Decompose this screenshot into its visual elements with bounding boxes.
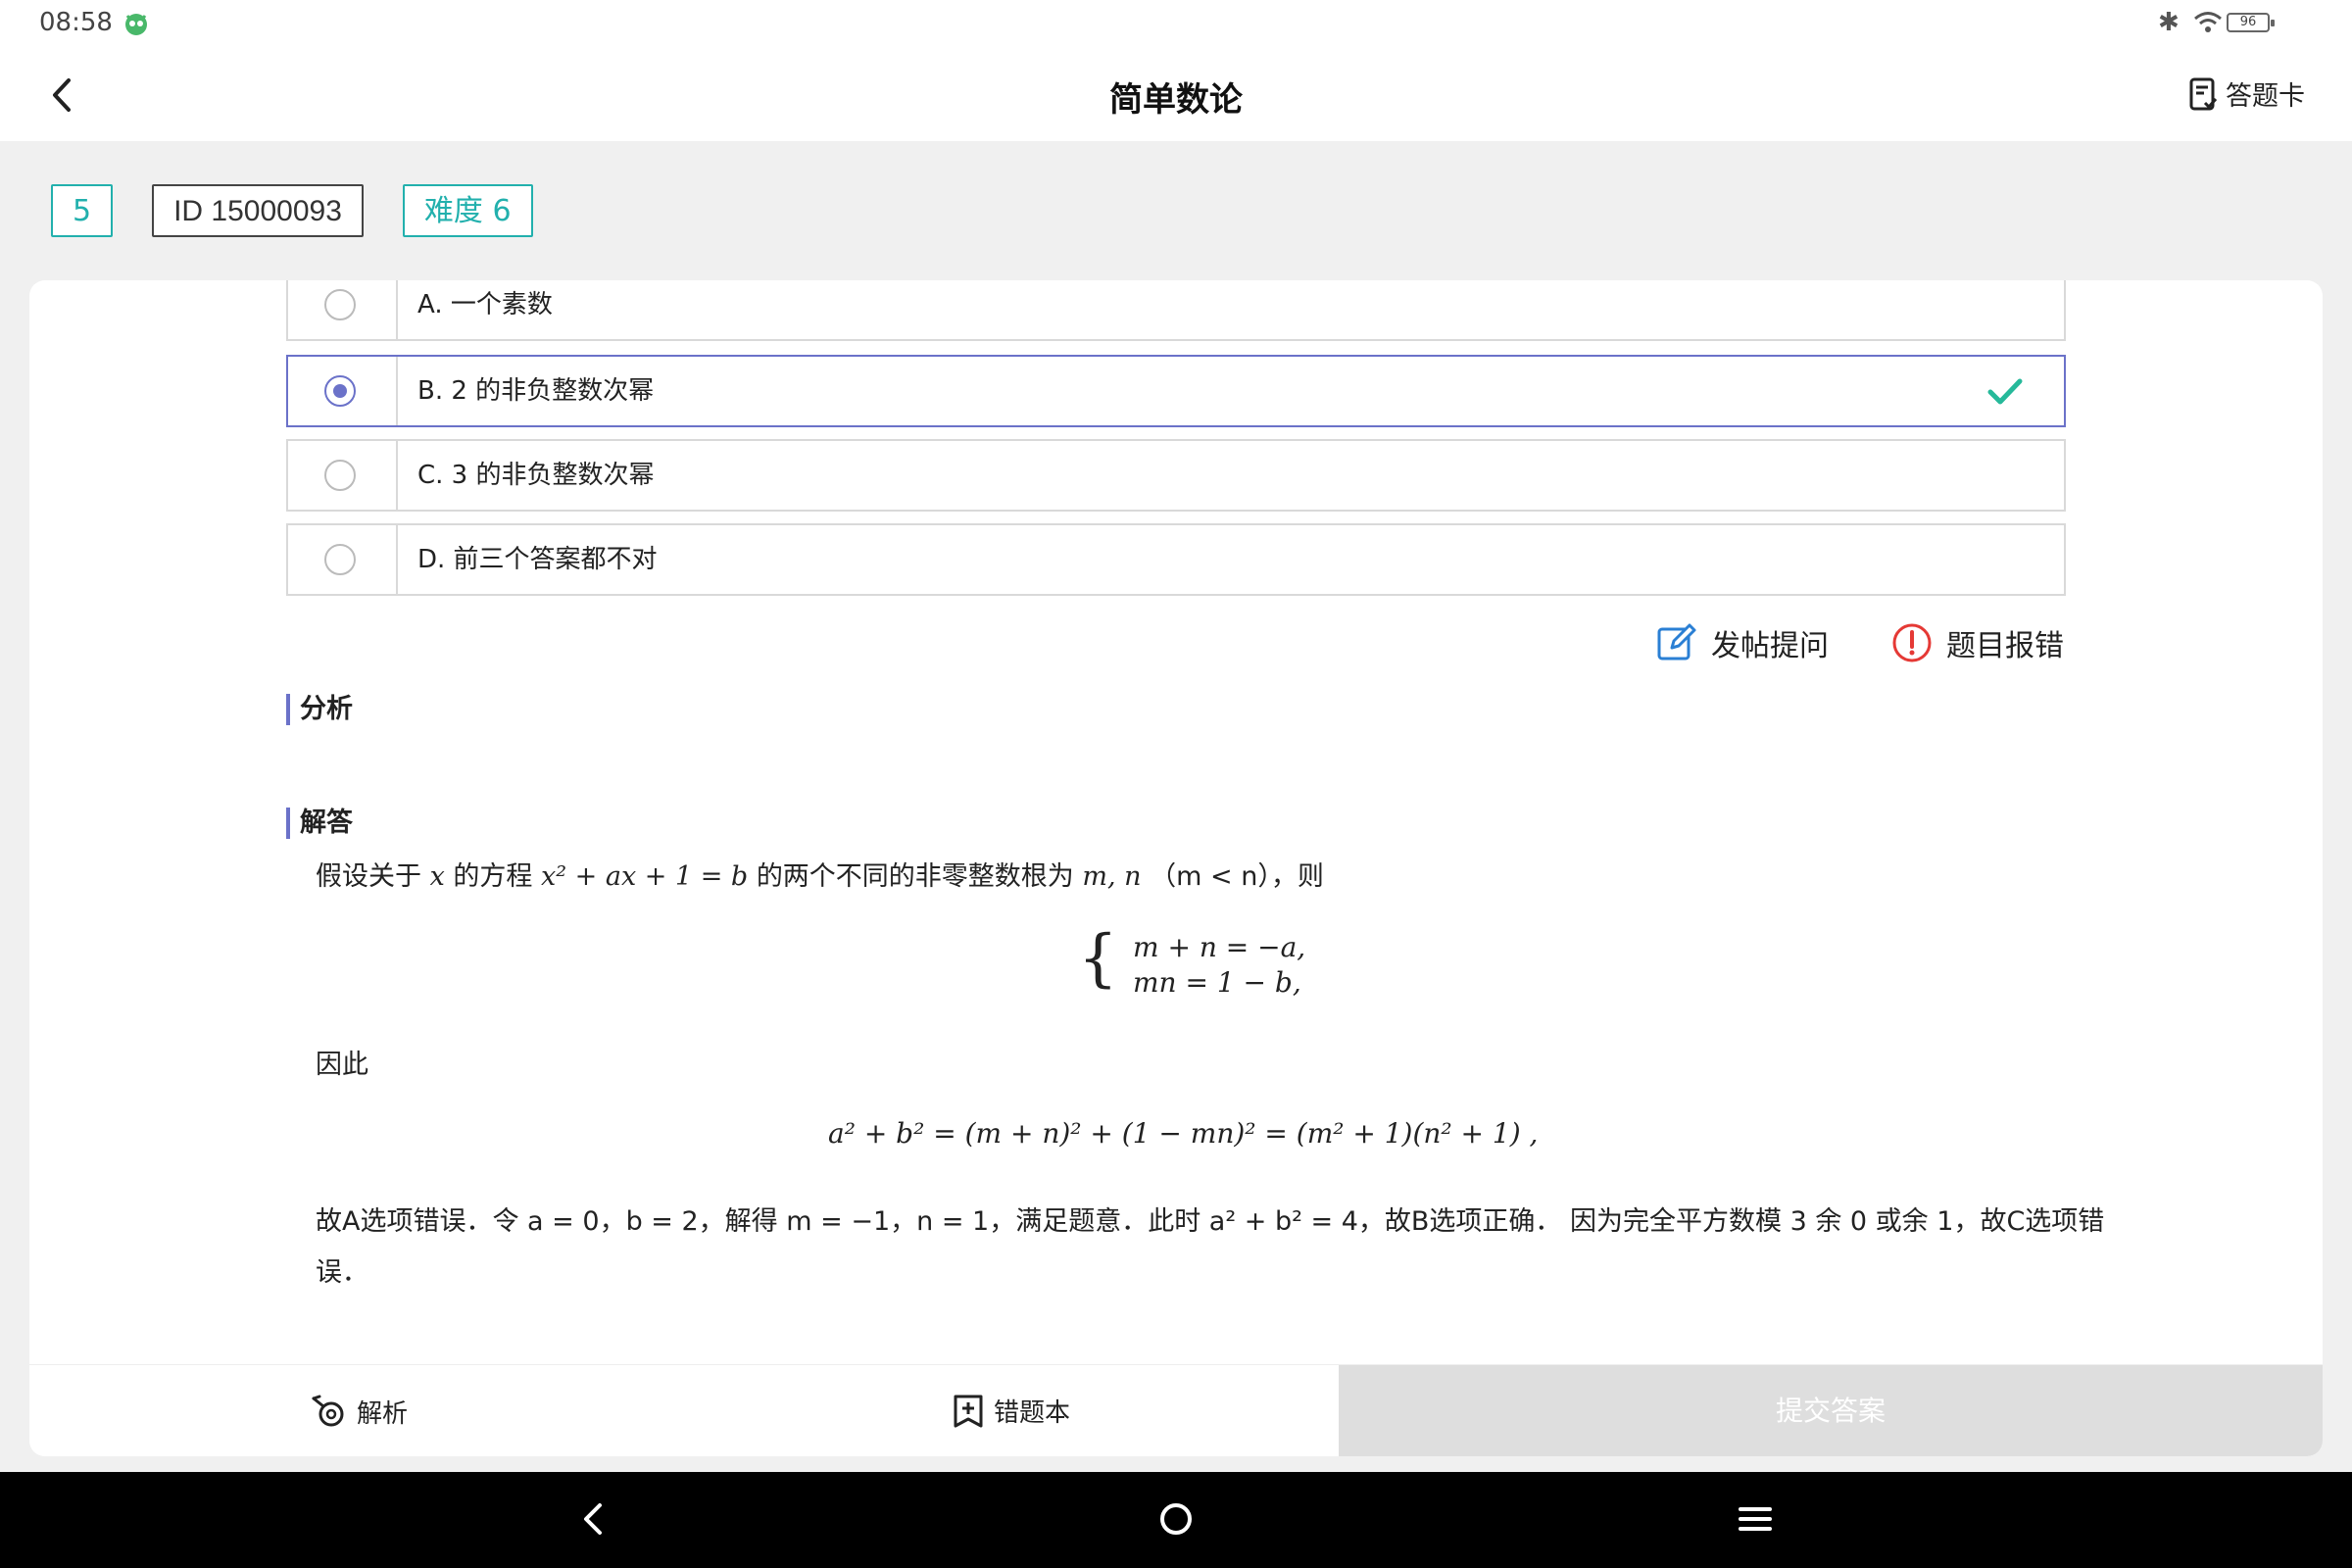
analysis-button[interactable]: 解析 — [310, 1393, 408, 1430]
radio-button[interactable] — [324, 289, 356, 320]
answer-section-title: 解答 — [286, 808, 353, 839]
app-notification-icon — [122, 10, 151, 41]
home-circle-icon — [1160, 1503, 1192, 1535]
status-time: 08:58 — [39, 8, 113, 37]
option-b[interactable]: B. 2 的非负整数次幂 — [286, 355, 2066, 427]
edit-icon — [1657, 623, 1696, 661]
solution-text: 假设关于 — [316, 861, 421, 892]
question-number-badge: 5 — [51, 184, 114, 237]
bookmark-add-icon — [954, 1395, 983, 1427]
correct-check-icon — [1985, 372, 2025, 416]
top-nav-bar: 简单数论 答题卡 — [0, 49, 2352, 141]
system-menu-button[interactable] — [1739, 1499, 1772, 1543]
system-home-button[interactable] — [1158, 1499, 1194, 1543]
option-a[interactable]: A. 一个素数 — [286, 280, 2066, 341]
chevron-left-icon — [584, 1503, 602, 1535]
question-badges: 5 ID 15000093 难度 6 — [51, 184, 533, 237]
page-title: 简单数论 — [1109, 80, 1243, 120]
equation-line: mn = 1 − b, — [1133, 966, 1301, 999]
solution-paragraph-1: 假设关于 x 的方程 x² + ax + 1 = b 的两个不同的非零整数根为 … — [316, 855, 1324, 893]
report-error-label: 题目报错 — [1946, 629, 2064, 663]
bluetooth-icon: ✱ — [2158, 8, 2180, 37]
option-c[interactable]: C. 3 的非负整数次幂 — [286, 439, 2066, 512]
solution-paragraph-2: 因此 — [316, 1050, 368, 1080]
option-label: A. 一个素数 — [417, 290, 553, 319]
system-back-button[interactable] — [578, 1499, 608, 1543]
option-label: D. 前三个答案都不对 — [417, 545, 658, 574]
solution-paragraph-3-cont: 误． — [316, 1257, 368, 1288]
math-inline: m, n — [1082, 861, 1142, 892]
solution-paragraph-3: 故A选项错误．令 a = 0，b = 2，解得 m = −1，n = 1，满足题… — [316, 1206, 2105, 1237]
analysis-label: 解析 — [357, 1398, 409, 1429]
equation-line: m + n = −a, — [1133, 931, 1306, 963]
alert-icon — [1892, 623, 1932, 662]
solution-text: 的方程 — [453, 861, 533, 892]
bottom-toolbar: 解析 错题本 提交答案 — [29, 1364, 2323, 1456]
analysis-section-title: 分析 — [286, 694, 353, 725]
radio-button-selected[interactable] — [324, 375, 356, 407]
answer-card-label: 答题卡 — [2226, 81, 2305, 112]
menu-icon — [1739, 1507, 1772, 1531]
wifi-icon — [2193, 10, 2223, 39]
wrong-book-label: 错题本 — [994, 1398, 1071, 1428]
question-panel: A. 一个素数 B. 2 的非负整数次幂 C. 3 的非负整数次幂 D. 前三个… — [29, 280, 2323, 1456]
answer-card-icon — [2189, 77, 2218, 110]
question-actions: 发帖提问 题目报错 — [1656, 621, 2064, 664]
radio-button[interactable] — [324, 544, 356, 575]
solution-text: 的两个不同的非零整数根为 — [756, 861, 1074, 892]
math-inline: x — [429, 861, 445, 892]
post-question-label: 发帖提问 — [1711, 629, 1829, 663]
system-nav-bar — [0, 1472, 2352, 1568]
solution-text: （m < n），则 — [1150, 861, 1324, 892]
battery-icon: 96 — [2227, 13, 2275, 32]
wrong-book-button[interactable]: 错题本 — [953, 1393, 1070, 1429]
equation-display: a² + b² = (m + n)² + (1 − mn)² = (m² + 1… — [828, 1117, 1539, 1150]
math-inline: x² + ax + 1 = b — [541, 861, 749, 892]
difficulty-badge: 难度 6 — [402, 184, 533, 237]
status-bar: 08:58 ✱ 96 — [0, 0, 2352, 49]
option-label: C. 3 的非负整数次幂 — [417, 461, 655, 490]
report-error-button[interactable]: 题目报错 — [1891, 621, 2064, 664]
whistle-icon — [312, 1395, 344, 1427]
radio-button[interactable] — [324, 460, 356, 491]
brace-icon: { — [1078, 922, 1118, 995]
option-label: B. 2 的非负整数次幂 — [417, 376, 655, 406]
answer-card-button[interactable]: 答题卡 — [2188, 74, 2305, 113]
option-d[interactable]: D. 前三个答案都不对 — [286, 523, 2066, 596]
submit-answer-button[interactable]: 提交答案 — [1339, 1365, 2323, 1456]
post-question-button[interactable]: 发帖提问 — [1656, 621, 1829, 664]
question-id-badge: ID 15000093 — [152, 184, 364, 237]
